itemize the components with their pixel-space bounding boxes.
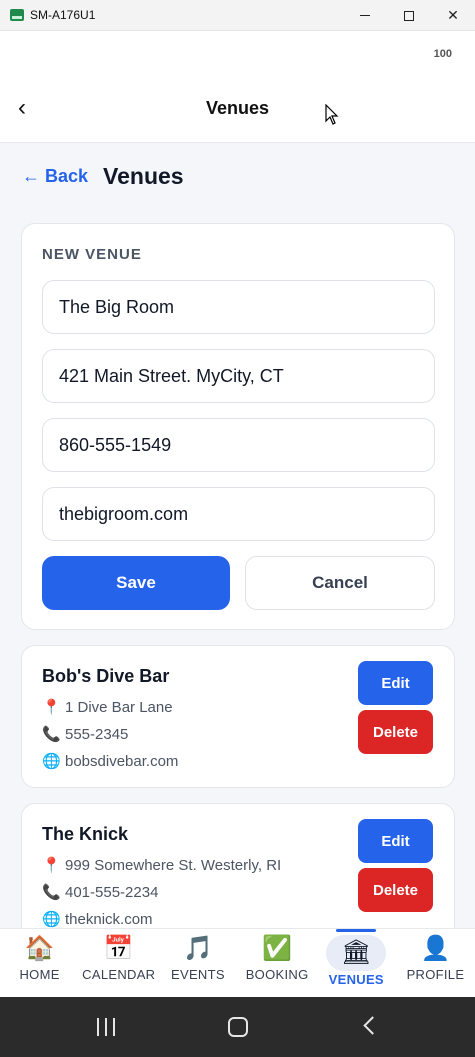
header-title: Venues — [205, 98, 270, 118]
home-button-icon[interactable] — [228, 1017, 248, 1037]
back-button-icon[interactable] — [363, 1016, 382, 1035]
nav-calendar[interactable]: 📅 CALENDAR — [79, 929, 158, 997]
pin-icon: 📍 — [42, 699, 61, 716]
cancel-button[interactable]: Cancel — [245, 556, 435, 610]
globe-icon: 🌐 — [42, 753, 61, 770]
venue-phone-text: 555-2345 — [65, 725, 129, 743]
venue-website-text: bobsdivebar.com — [65, 752, 179, 770]
venue-address: 📍 1 Dive Bar Lane — [42, 698, 173, 717]
nav-venues[interactable]: 🏛 VENUES — [317, 929, 396, 997]
venue-website: 🌐 theknick.com — [42, 910, 153, 929]
venue-card: Bob's Dive Bar 📍 1 Dive Bar Lane 📞 555-2… — [21, 645, 455, 788]
venue-name: Bob's Dive Bar — [42, 666, 170, 686]
page-heading: ← Back Venues — [22, 163, 184, 190]
music-note-icon: 🎵 — [182, 935, 213, 962]
nav-home[interactable]: 🏠 HOME — [0, 929, 79, 997]
venue-address: 📍 999 Somewhere St. Westerly, RI — [42, 856, 282, 875]
battery-level: 100 — [433, 48, 452, 60]
minimize-icon — [360, 15, 370, 16]
venue-name: The Knick — [42, 824, 129, 844]
recent-apps-icon[interactable] — [97, 1018, 115, 1036]
delete-button[interactable]: Delete — [358, 868, 433, 912]
venue-address-input[interactable]: 421 Main Street. MyCity, CT — [42, 349, 435, 403]
nav-label: HOME — [19, 967, 60, 982]
status-bar: 100 — [0, 31, 475, 75]
new-venue-label: NEW VENUE — [42, 246, 142, 263]
checkmark-icon: ✅ — [262, 935, 293, 962]
home-icon: 🏠 — [24, 935, 55, 962]
nav-booking[interactable]: ✅ BOOKING — [238, 929, 317, 997]
venue-phone-text: 401-555-2234 — [65, 883, 159, 901]
nav-label: BOOKING — [245, 967, 309, 982]
back-link[interactable]: ← Back — [22, 166, 88, 187]
window-title: SM-A176U1 — [30, 8, 96, 22]
app-icon — [10, 9, 24, 21]
app-header: ‹ Venues — [0, 75, 475, 143]
venue-website-text: theknick.com — [65, 910, 153, 928]
venue-phone: 📞 401-555-2234 — [42, 883, 159, 902]
save-button[interactable]: Save — [42, 556, 230, 610]
venue-website-input[interactable]: thebigroom.com — [42, 487, 435, 541]
phone-icon: 📞 — [42, 884, 61, 901]
nav-label: PROFILE — [406, 967, 465, 982]
nav-label: VENUES — [328, 972, 384, 987]
venue-phone: 📞 555-2345 — [42, 725, 129, 744]
calendar-icon: 📅 — [103, 935, 134, 962]
venue-address-text: 999 Somewhere St. Westerly, RI — [65, 856, 282, 874]
edit-button[interactable]: Edit — [358, 661, 433, 705]
nav-events[interactable]: 🎵 EVENTS — [158, 929, 237, 997]
mouse-cursor-icon — [325, 104, 339, 125]
venue-name-input[interactable]: The Big Room — [42, 280, 435, 334]
person-icon: 👤 — [420, 935, 451, 962]
building-icon: 🏛 — [341, 939, 372, 966]
minimize-button[interactable] — [343, 0, 387, 31]
delete-button[interactable]: Delete — [358, 710, 433, 754]
bottom-nav: 🏠 HOME 📅 CALENDAR 🎵 EVENTS ✅ BOOKING 🏛 V… — [0, 928, 475, 997]
new-venue-card: NEW VENUE The Big Room 421 Main Street. … — [21, 223, 455, 630]
maximize-icon — [404, 10, 414, 21]
globe-icon: 🌐 — [42, 911, 61, 928]
system-nav-bar — [0, 997, 475, 1057]
active-indicator — [336, 929, 377, 932]
edit-button[interactable]: Edit — [358, 819, 433, 863]
maximize-button[interactable] — [387, 0, 431, 31]
window-titlebar: SM-A176U1 ✕ — [0, 0, 475, 31]
close-icon: ✕ — [447, 7, 459, 23]
phone-icon: 📞 — [42, 726, 61, 743]
nav-label: EVENTS — [171, 967, 225, 982]
pin-icon: 📍 — [42, 857, 61, 874]
close-button[interactable]: ✕ — [431, 0, 475, 31]
venue-phone-input[interactable]: 860-555-1549 — [42, 418, 435, 472]
nav-profile[interactable]: 👤 PROFILE — [396, 929, 475, 997]
venue-address-text: 1 Dive Bar Lane — [65, 698, 173, 716]
page-title: Venues — [103, 163, 184, 189]
nav-label: CALENDAR — [82, 967, 156, 982]
venue-website: 🌐 bobsdivebar.com — [42, 752, 179, 771]
window-controls: ✕ — [343, 0, 475, 31]
